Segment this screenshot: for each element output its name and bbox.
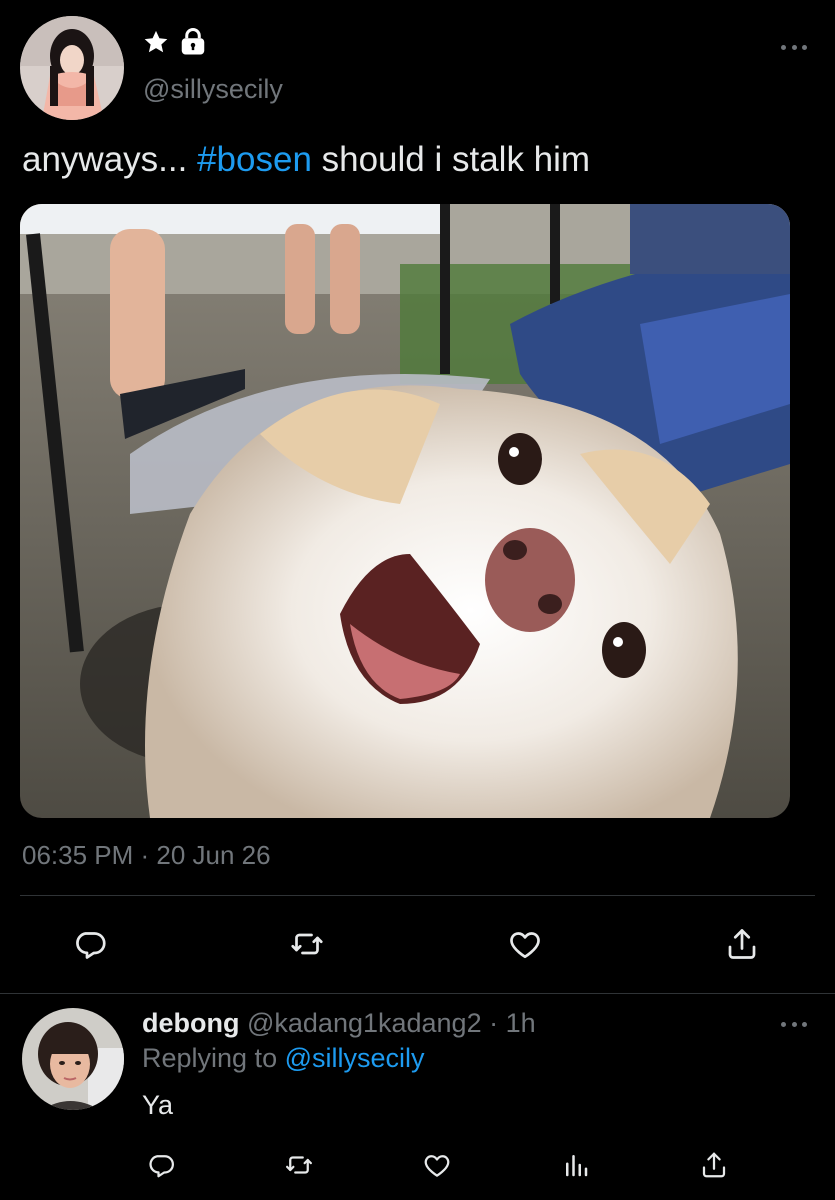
reply-author-meta[interactable]: @kadang1kadang2 · 1h [239,1008,536,1038]
more-options-icon[interactable] [781,42,807,52]
divider [20,895,815,896]
tweet-text-before: anyways... [22,140,198,179]
reply-more-options-icon[interactable] [781,1019,807,1029]
divider [0,993,835,994]
reply-share-icon[interactable] [694,1145,734,1185]
reply-retweet-icon[interactable] [279,1145,319,1185]
author-handle[interactable]: @sillysecily [143,74,283,105]
star-icon [142,28,170,61]
replying-to: Replying to @sillysecily [142,1043,425,1074]
reply-like-icon[interactable] [417,1145,457,1185]
reply-reply-icon[interactable] [141,1145,181,1185]
share-icon[interactable] [722,924,762,964]
tweet-text: anyways... #bosen should i stalk him [22,140,590,180]
retweet-icon[interactable] [287,924,327,964]
reply-author-avatar[interactable] [22,1008,124,1110]
author-avatar[interactable] [20,16,124,120]
tweet-text-after: should i stalk him [311,140,591,179]
tweet-photo[interactable] [20,204,790,818]
author-name-row [142,27,208,62]
reply-icon[interactable] [70,924,110,964]
lock-icon [178,27,208,62]
reply-author-name[interactable]: debong [142,1008,239,1038]
tweet-timestamp[interactable]: 06:35 PM · 20 Jun 26 [22,840,271,871]
reply-text: Ya [142,1090,174,1120]
replying-label: Replying to [142,1043,285,1073]
replying-mention-link[interactable]: @sillysecily [285,1043,425,1073]
analytics-icon[interactable] [556,1145,596,1185]
like-icon[interactable] [505,924,545,964]
reply-header: debong @kadang1kadang2 · 1h [142,1008,536,1039]
hashtag-link[interactable]: #bosen [197,140,312,179]
